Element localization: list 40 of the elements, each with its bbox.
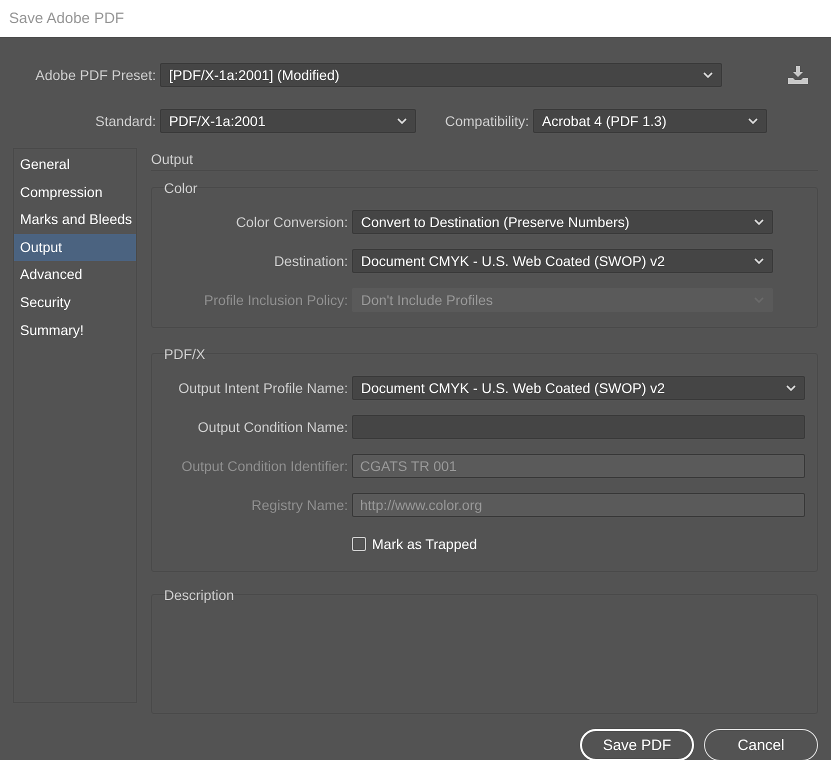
cancel-button[interactable]: Cancel [704,729,818,760]
trapped-checkbox[interactable]: Mark as Trapped [352,536,478,552]
field-label: Registry Name: [250,496,349,512]
chevron-down-icon [748,118,758,124]
field-label: Adobe PDF Preset: [34,67,157,83]
sidebar-item[interactable]: Security [14,288,136,317]
group-title: Color [164,180,198,198]
checkbox[interactable] [352,536,366,550]
sidebar-item[interactable]: Summary! [14,316,136,344]
dropdown[interactable]: Document CMYK - U.S. Web Coated (SWOP) v2 [352,248,773,272]
sidebar-item[interactable]: Output [14,234,136,262]
chevron-down-icon [754,218,764,224]
input-field[interactable] [352,414,805,438]
save-button[interactable]: Save PDF [580,729,694,760]
field-label: Output Condition Name: [196,418,349,434]
chevron-down-icon [754,258,764,264]
field-label: Compatibility: [444,113,530,129]
field-label: Color Conversion: [234,214,349,230]
dropdown[interactable]: Convert to Destination (Preserve Numbers) [352,210,773,234]
standard-dropdown[interactable]: PDF/X-1a:2001 [160,109,416,133]
chevron-down-icon [703,72,713,78]
field-label: Profile Inclusion Policy: [203,292,349,308]
sidebar-item[interactable]: Advanced [14,261,136,289]
sidebar-item[interactable]: Marks and Bleeds [14,206,136,234]
preset-dropdown[interactable]: [PDF/X-1a:2001] (Modified) [160,63,722,87]
dropdown[interactable]: Document CMYK - U.S. Web Coated (SWOP) v2 [352,376,805,400]
field-label: Destination: [273,252,349,268]
group-title: Description [164,587,236,605]
field-label: Output Condition Identifier: [180,458,349,474]
chevron-down-icon [397,118,407,124]
chevron-down-icon [786,384,796,390]
compatibility-dropdown[interactable]: Acrobat 4 (PDF 1.3) [533,109,767,133]
group-title: PDF/X [164,346,206,364]
sidebar-item[interactable]: General [14,151,136,179]
download-icon[interactable] [787,66,809,84]
window-title: Save Adobe PDF [9,10,124,27]
field-label: Standard: [94,113,157,129]
section-title: Output [151,150,194,169]
field-label: Output Intent Profile Name: [177,380,349,396]
sidebar-item[interactable]: Compression [14,178,136,206]
